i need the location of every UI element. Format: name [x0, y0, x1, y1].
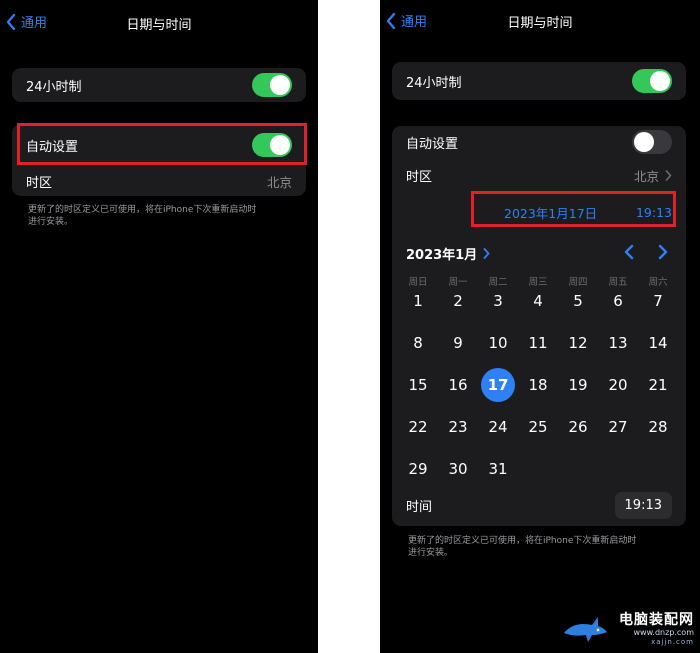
- hour24-row: 24小时制: [392, 62, 686, 100]
- calendar-day[interactable]: 22: [401, 410, 435, 444]
- hour24-group: 24小时制: [12, 68, 306, 102]
- footnote: 更新了的时区定义已可使用，将在iPhone下次重新启动时 进行安装。: [408, 535, 688, 559]
- calendar-day[interactable]: 13: [601, 326, 635, 360]
- hour24-toggle[interactable]: [252, 73, 292, 97]
- footnote-line-1: 更新了的时区定义已可使用，将在iPhone下次重新启动时: [408, 536, 637, 546]
- footnote-line-2: 进行安装。: [408, 548, 454, 558]
- hour24-row: 24小时制: [12, 68, 306, 102]
- calendar-day-selected[interactable]: 17: [481, 368, 515, 402]
- calendar-day[interactable]: 20: [601, 368, 635, 402]
- calendar-day[interactable]: 24: [481, 410, 515, 444]
- calendar-day[interactable]: 30: [441, 452, 475, 486]
- hour24-group: 24小时制: [392, 62, 686, 100]
- calendar-day[interactable]: 18: [521, 368, 555, 402]
- calendar-day[interactable]: 27: [601, 410, 635, 444]
- auto-toggle[interactable]: [632, 130, 672, 154]
- time-label: 时间: [406, 499, 433, 515]
- calendar-day[interactable]: 23: [441, 410, 475, 444]
- calendar-day[interactable]: 14: [641, 326, 675, 360]
- calendar-day[interactable]: 26: [561, 410, 595, 444]
- footnote: 更新了的时区定义已可使用，将在iPhone下次重新启动时 进行安装。: [28, 204, 298, 228]
- timezone-label: 时区: [406, 169, 433, 185]
- calendar-day[interactable]: 6: [601, 284, 635, 318]
- footnote-line-2: 进行安装。: [28, 217, 74, 227]
- watermark-url: www.dnzp.com: [633, 628, 695, 637]
- watermark-title: 电脑装配网: [619, 612, 694, 628]
- right-phone-screen: 通用 日期与时间 24小时制 自动设置 时区 北京 2023年1月17日 19:…: [380, 0, 700, 653]
- calendar-day[interactable]: 21: [641, 368, 675, 402]
- left-phone-screen: 通用 日期与时间 24小时制 自动设置 时区 北京 更新了的时区定义已可使用，将…: [0, 0, 318, 653]
- calendar-day[interactable]: 16: [441, 368, 475, 402]
- timezone-value-wrap: 北京: [634, 166, 672, 185]
- nav-bar: 通用 日期与时间: [0, 0, 318, 46]
- shark-logo-icon: [564, 617, 607, 642]
- hour24-label: 24小时制: [406, 75, 462, 91]
- toggle-knob: [634, 132, 654, 152]
- toggle-knob: [650, 71, 670, 91]
- hour24-label: 24小时制: [26, 79, 82, 95]
- calendar-day[interactable]: 29: [401, 452, 435, 486]
- calendar-day[interactable]: 4: [521, 284, 555, 318]
- time-row: 时间 19:13: [392, 484, 686, 526]
- timezone-row[interactable]: 时区 北京: [392, 160, 686, 190]
- hour24-toggle[interactable]: [632, 69, 672, 93]
- chevron-right-icon: [483, 248, 490, 259]
- page-title: 日期与时间: [507, 16, 573, 31]
- chevron-right-icon: [665, 169, 672, 181]
- calendar-day[interactable]: 19: [561, 368, 595, 402]
- timezone-row[interactable]: 时区 北京: [12, 166, 306, 196]
- calendar-day[interactable]: 31: [481, 452, 515, 486]
- auto-row: 自动设置: [392, 126, 686, 158]
- date-time-group: 自动设置 时区 北京 2023年1月17日 19:13 2023年1月 周日 周一…: [392, 126, 686, 526]
- timezone-label: 时区: [26, 175, 53, 191]
- calendar-day[interactable]: 11: [521, 326, 555, 360]
- timezone-value: 北京: [633, 168, 659, 184]
- calendar-day[interactable]: 2: [441, 284, 475, 318]
- calendar-day[interactable]: 15: [401, 368, 435, 402]
- month-selector[interactable]: 2023年1月: [406, 244, 490, 263]
- nav-bar: 通用 日期与时间: [380, 0, 700, 46]
- calendar-day[interactable]: 3: [481, 284, 515, 318]
- highlight-auto-setting: [17, 123, 307, 165]
- calendar-day[interactable]: 9: [441, 326, 475, 360]
- calendar-day[interactable]: 25: [521, 410, 555, 444]
- watermark-sub: xajjn.com: [651, 638, 694, 646]
- footnote-line-1: 更新了的时区定义已可使用，将在iPhone下次重新启动时: [28, 205, 257, 215]
- watermark-logo: 电脑装配网 www.dnzp.com xajjn.com: [562, 607, 694, 651]
- calendar-day[interactable]: 10: [481, 326, 515, 360]
- calendar-day[interactable]: 12: [561, 326, 595, 360]
- page-title: 日期与时间: [126, 18, 192, 33]
- calendar-day[interactable]: 1: [401, 284, 435, 318]
- month-label: 2023年1月: [406, 248, 478, 263]
- next-month-icon[interactable]: [656, 244, 670, 260]
- time-picker-button[interactable]: 19:13: [614, 491, 672, 519]
- auto-label: 自动设置: [406, 136, 459, 152]
- calendar-day[interactable]: 5: [561, 284, 595, 318]
- calendar-day[interactable]: 8: [401, 326, 435, 360]
- highlight-date-time: [471, 191, 676, 227]
- toggle-knob: [270, 75, 290, 95]
- calendar-day[interactable]: 28: [641, 410, 675, 444]
- calendar-day[interactable]: 7: [641, 284, 675, 318]
- previous-month-icon[interactable]: [622, 244, 636, 260]
- timezone-value: 北京: [266, 174, 292, 190]
